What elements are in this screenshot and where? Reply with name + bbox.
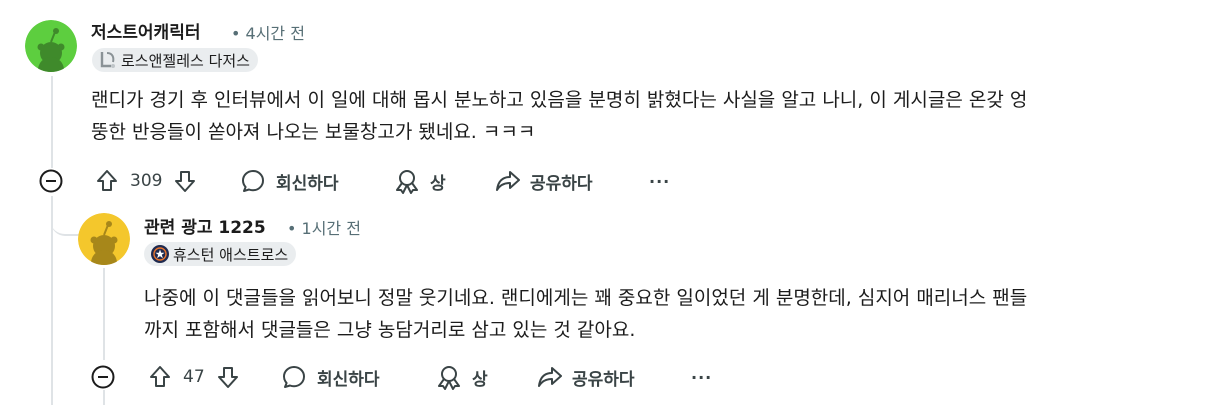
collapse-thread-button[interactable]	[90, 364, 116, 390]
award-button[interactable]: 상	[393, 163, 446, 199]
more-options-button[interactable]: ···	[649, 163, 670, 199]
username[interactable]: 관련 광고 1225	[144, 213, 266, 238]
snoo-avatar-icon	[78, 213, 130, 265]
timestamp: • 1시간 전	[287, 219, 361, 238]
timestamp: • 4시간 전	[231, 24, 305, 43]
thread-line-reply-lower	[103, 390, 105, 405]
upvote-button[interactable]	[88, 168, 126, 194]
share-arrow-icon	[538, 367, 562, 387]
arrow-down-icon	[217, 367, 238, 388]
arrow-up-icon	[150, 366, 170, 387]
share-label: 공유하다	[572, 369, 635, 390]
award-label: 상	[472, 369, 488, 390]
comment-body-line: 나중에 이 댓글들을 읽어보니 정말 웃기네요. 랜디에게는 꽤 중요한 일이었…	[144, 287, 1028, 309]
vote-group: 47	[141, 359, 247, 395]
arrow-down-icon	[175, 171, 196, 192]
more-options-button[interactable]: ···	[691, 359, 712, 395]
collapse-minus-icon	[39, 169, 63, 193]
downvote-button[interactable]	[209, 364, 247, 390]
comment-body-line: 까지 포함해서 댓글들은 그냥 농담거리로 삼고 있는 것 같아요.	[144, 319, 636, 341]
reply-label: 회신하다	[317, 369, 380, 390]
downvote-button[interactable]	[166, 168, 204, 194]
vote-count: 47	[183, 367, 205, 387]
username[interactable]: 저스트어캐릭터	[91, 18, 200, 43]
avatar[interactable]	[25, 20, 77, 72]
award-icon	[438, 366, 460, 390]
reply-label: 회신하다	[276, 173, 339, 194]
upvote-button[interactable]	[141, 364, 179, 390]
vote-group: 309	[88, 163, 204, 199]
astros-logo-icon	[150, 244, 170, 264]
avatar[interactable]	[78, 213, 130, 265]
share-label: 공유하다	[530, 173, 593, 194]
share-button[interactable]: 공유하다	[494, 163, 593, 199]
award-label: 상	[430, 173, 446, 194]
snoo-avatar-icon	[25, 20, 77, 72]
collapse-minus-icon	[91, 365, 115, 389]
thread-line-reply	[103, 268, 105, 360]
dodgers-logo-icon	[98, 50, 118, 70]
ellipsis-icon: ···	[691, 367, 713, 387]
flair-label: 로스앤젤레스 다저스	[121, 51, 250, 70]
award-icon	[396, 170, 418, 194]
arrow-up-icon	[97, 170, 117, 191]
comment-body-line: 뚱한 반응들이 쏟아져 나오는 보물창고가 됐네요. ㅋㅋㅋ	[91, 121, 536, 143]
user-flair: 휴스턴 애스트로스	[144, 242, 297, 266]
thread-connector	[51, 196, 79, 236]
ellipsis-icon: ···	[649, 171, 671, 191]
collapse-thread-button[interactable]	[38, 168, 64, 194]
user-flair: 로스앤젤레스 다저스	[92, 48, 258, 72]
thread-line-root	[51, 76, 53, 168]
award-button[interactable]: 상	[435, 359, 488, 395]
comment-bubble-icon	[242, 170, 264, 192]
flair-label: 휴스턴 애스트로스	[173, 245, 289, 264]
reply-button[interactable]: 회신하다	[281, 359, 380, 395]
reply-button[interactable]: 회신하다	[240, 163, 339, 199]
share-button[interactable]: 공유하다	[536, 359, 635, 395]
comment-bubble-icon	[283, 366, 305, 388]
comment-body-line: 랜디가 경기 후 인터뷰에서 이 일에 대해 몹시 분노하고 있음을 분명히 밝…	[91, 89, 1028, 111]
vote-count: 309	[130, 171, 163, 191]
share-arrow-icon	[496, 171, 520, 191]
